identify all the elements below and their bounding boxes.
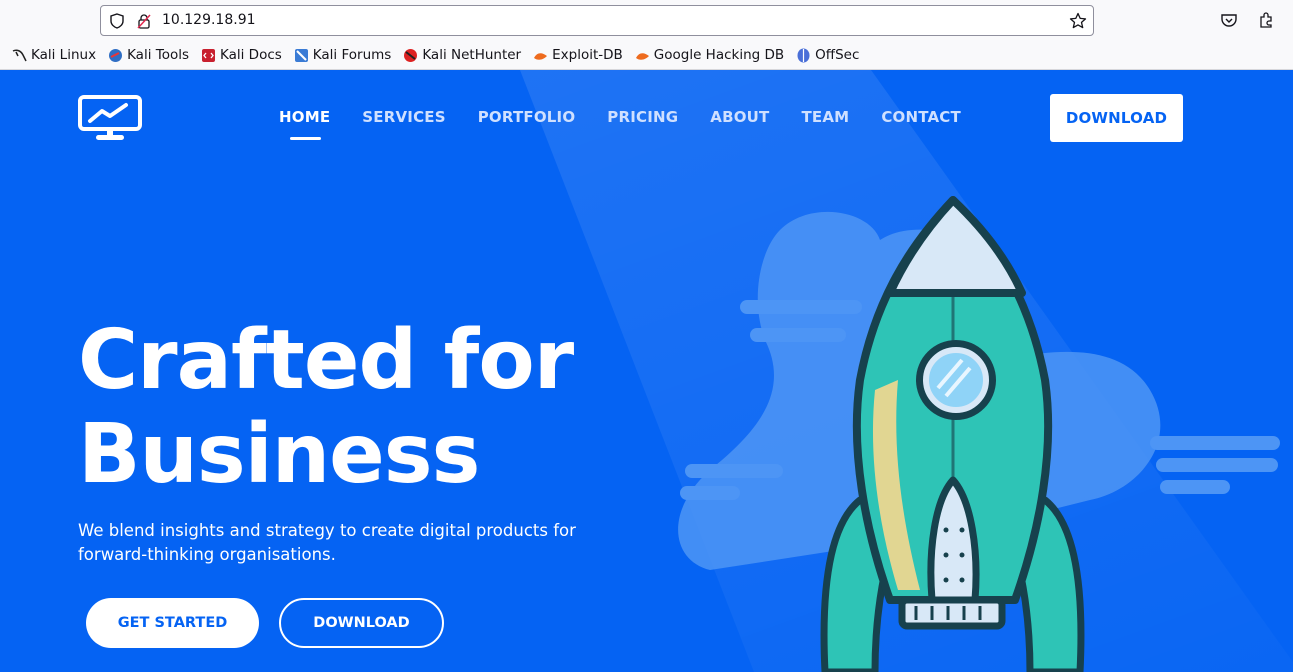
bookmark-kali-linux[interactable]: Kali Linux bbox=[12, 45, 96, 65]
shield-icon[interactable] bbox=[109, 13, 125, 29]
offsec-icon bbox=[797, 48, 810, 62]
kali-forums-icon bbox=[294, 48, 308, 62]
bookmark-offsec[interactable]: OffSec bbox=[796, 45, 859, 65]
hero-section: HOME SERVICES PORTFOLIO PRICING ABOUT TE… bbox=[0, 70, 1293, 672]
hero-title: Crafted for Business bbox=[78, 314, 638, 502]
bookmarks-bar: Kali Linux Kali Tools Kali Docs Kali For… bbox=[12, 45, 871, 65]
nav-team[interactable]: TEAM bbox=[801, 108, 849, 126]
download-button[interactable]: DOWNLOAD bbox=[279, 598, 444, 648]
bookmark-exploit-db[interactable]: Exploit-DB bbox=[533, 45, 623, 65]
download-header-button[interactable]: DOWNLOAD bbox=[1050, 94, 1183, 142]
kali-docs-icon bbox=[202, 48, 215, 62]
nav-portfolio[interactable]: PORTFOLIO bbox=[478, 108, 576, 126]
rocket-illustration bbox=[678, 196, 1280, 672]
browser-chrome: 10.129.18.91 Kali Linux Kali Tools Kali … bbox=[0, 0, 1293, 70]
bookmark-google-hacking-db[interactable]: Google Hacking DB bbox=[635, 45, 784, 65]
main-nav: HOME SERVICES PORTFOLIO PRICING ABOUT TE… bbox=[279, 108, 993, 140]
kali-tools-icon bbox=[109, 48, 123, 62]
hero-subtitle: We blend insights and strategy to create… bbox=[78, 521, 576, 564]
bookmark-kali-docs[interactable]: Kali Docs bbox=[201, 45, 282, 65]
hero-title-line-2: Business bbox=[78, 407, 480, 502]
address-bar[interactable]: 10.129.18.91 bbox=[100, 5, 1094, 36]
kali-dragon-icon bbox=[12, 48, 27, 61]
get-started-button[interactable]: GET STARTED bbox=[86, 598, 259, 648]
nav-services[interactable]: SERVICES bbox=[362, 108, 445, 126]
bookmark-kali-nethunter[interactable]: Kali NetHunter bbox=[403, 45, 521, 65]
bookmark-kali-tools[interactable]: Kali Tools bbox=[108, 45, 189, 65]
hero-title-line-1: Crafted for bbox=[78, 313, 574, 408]
pocket-icon[interactable] bbox=[1220, 11, 1238, 29]
kali-nethunter-icon bbox=[404, 48, 418, 62]
exploit-db-icon bbox=[534, 52, 548, 60]
nav-pricing[interactable]: PRICING bbox=[607, 108, 678, 126]
ghdb-icon bbox=[635, 52, 649, 60]
nav-home[interactable]: HOME bbox=[279, 108, 330, 140]
nav-contact[interactable]: CONTACT bbox=[881, 108, 961, 126]
nav-about[interactable]: ABOUT bbox=[710, 108, 769, 126]
bookmark-kali-forums[interactable]: Kali Forums bbox=[294, 45, 391, 65]
bookmark-star-icon[interactable] bbox=[1069, 12, 1087, 30]
url-text[interactable]: 10.129.18.91 bbox=[162, 12, 256, 28]
extensions-icon[interactable] bbox=[1257, 11, 1275, 29]
insecure-lock-icon[interactable] bbox=[136, 13, 152, 29]
monitor-chart-icon[interactable] bbox=[78, 95, 142, 141]
